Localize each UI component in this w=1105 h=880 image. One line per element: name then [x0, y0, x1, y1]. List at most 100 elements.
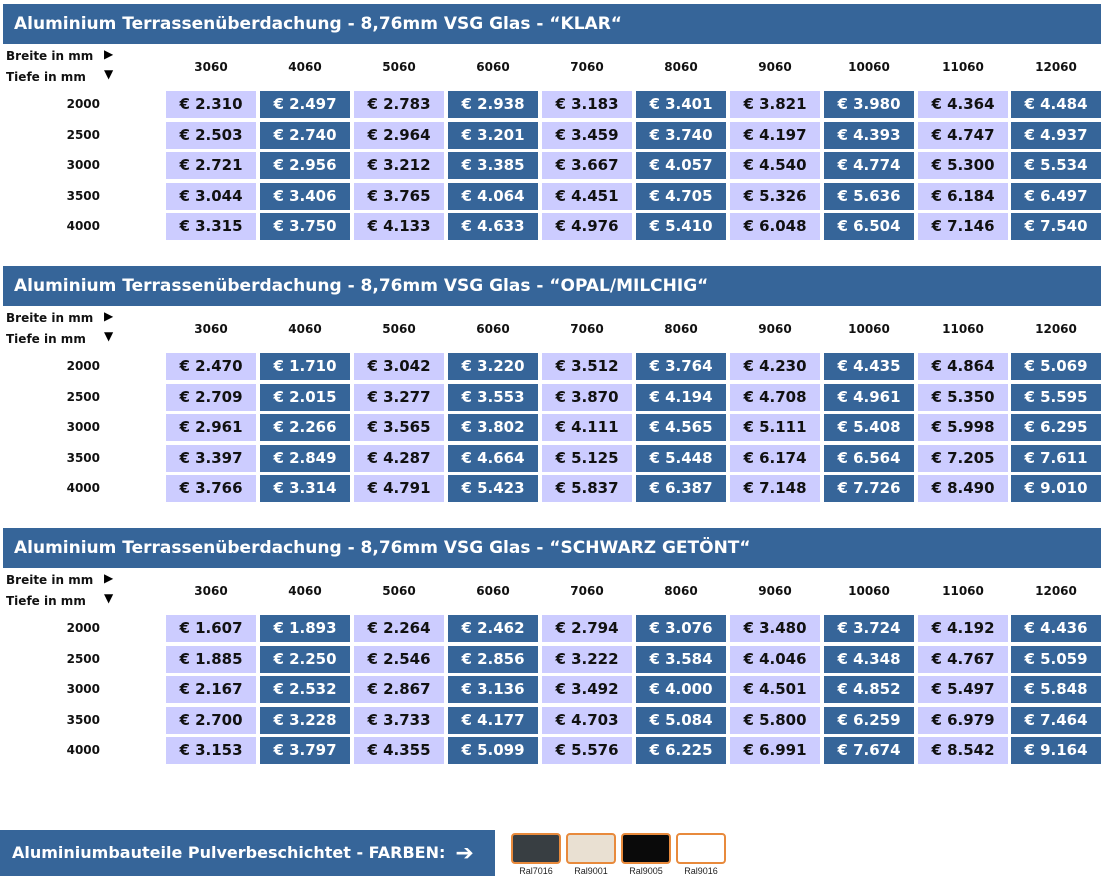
price-cell: € 2.264	[354, 615, 444, 642]
price-cell: € 4.046	[730, 645, 820, 673]
row-header-depth: 2000	[66, 359, 100, 373]
depth-label: Tiefe in mm	[6, 332, 86, 346]
row-header-depth: 3500	[66, 188, 100, 203]
column-header-width: 5060	[382, 322, 416, 336]
price-cell: € 3.153	[166, 737, 256, 764]
row-header-depth: 3500	[66, 450, 100, 465]
price-cell: € 6.259	[824, 706, 914, 734]
row-header-depth: 2500	[66, 389, 100, 404]
price-cell: € 4.194	[636, 383, 726, 411]
price-cell: € 4.451	[542, 182, 632, 210]
price-cell: € 3.459	[542, 121, 632, 149]
row-header-depth: 4000	[66, 481, 100, 495]
width-label: Breite in mm	[6, 49, 94, 63]
width-label: Breite in mm	[6, 573, 94, 587]
column-header-width: 10060	[848, 60, 890, 74]
price-cell: € 4.747	[918, 121, 1008, 149]
column-header-width: 4060	[288, 322, 322, 336]
row-header-depth: 2000	[66, 97, 100, 111]
price-cell: € 1.893	[260, 615, 350, 642]
right-triangle-icon: ▶	[104, 571, 114, 585]
price-cell: € 3.228	[260, 706, 350, 734]
column-header-width: 6060	[476, 584, 510, 598]
price-cell: € 4.703	[542, 706, 632, 734]
price-cell: € 3.797	[260, 737, 350, 764]
price-cell: € 3.584	[636, 645, 726, 673]
price-cell: € 5.099	[448, 737, 538, 764]
price-cell: € 5.350	[918, 383, 1008, 411]
price-cell: € 5.300	[918, 152, 1008, 179]
column-header-width: 8060	[664, 584, 698, 598]
price-cell: € 3.740	[636, 121, 726, 149]
price-cell: € 4.791	[354, 475, 444, 502]
column-header-width: 3060	[194, 322, 228, 336]
price-cell: € 3.136	[448, 676, 538, 703]
price-cell: € 3.220	[448, 353, 538, 380]
price-cell: € 7.464	[1011, 706, 1101, 734]
price-cell: € 3.802	[448, 414, 538, 441]
price-cell: € 4.705	[636, 182, 726, 210]
price-cell: € 5.448	[636, 444, 726, 472]
column-header-width: 10060	[848, 584, 890, 598]
price-cell: € 2.250	[260, 645, 350, 673]
price-cell: € 5.111	[730, 414, 820, 441]
price-cell: € 5.800	[730, 706, 820, 734]
price-cell: € 2.015	[260, 383, 350, 411]
color-swatch	[621, 833, 671, 864]
price-cell: € 1.607	[166, 615, 256, 642]
price-cell: € 5.998	[918, 414, 1008, 441]
price-cell: € 2.938	[448, 91, 538, 118]
column-header-width: 8060	[664, 322, 698, 336]
price-cell: € 2.867	[354, 676, 444, 703]
column-header-width: 6060	[476, 60, 510, 74]
price-cell: € 3.277	[354, 383, 444, 411]
price-cell: € 4.133	[354, 213, 444, 240]
price-cell: € 3.401	[636, 91, 726, 118]
row-header-depth: 2500	[66, 127, 100, 142]
price-cell: € 4.364	[918, 91, 1008, 118]
price-cell: € 4.287	[354, 444, 444, 472]
price-cell: € 3.314	[260, 475, 350, 502]
price-cell: € 2.700	[166, 706, 256, 734]
column-header-width: 11060	[942, 60, 984, 74]
price-cell: € 2.856	[448, 645, 538, 673]
price-cell: € 4.852	[824, 676, 914, 703]
price-cell: € 3.385	[448, 152, 538, 179]
price-cell: € 8.542	[918, 737, 1008, 764]
price-cell: € 8.490	[918, 475, 1008, 502]
price-cell: € 2.266	[260, 414, 350, 441]
price-cell: € 2.546	[354, 645, 444, 673]
column-header-width: 11060	[942, 584, 984, 598]
price-cell: € 3.870	[542, 383, 632, 411]
price-cell: € 3.201	[448, 121, 538, 149]
row-header-depth: 3000	[66, 420, 100, 434]
price-cell: € 3.553	[448, 383, 538, 411]
column-header-width: 3060	[194, 60, 228, 74]
price-cell: € 4.393	[824, 121, 914, 149]
color-swatch-label: Ral9001	[574, 866, 608, 876]
column-header-width: 6060	[476, 322, 510, 336]
row-header-depth: 3000	[66, 682, 100, 696]
section-title: Aluminium Terrassenüberdachung - 8,76mm …	[3, 528, 1101, 568]
price-cell: € 4.057	[636, 152, 726, 179]
down-triangle-icon: ▼	[104, 591, 114, 605]
row-header-depth: 4000	[66, 219, 100, 233]
price-cell: € 3.222	[542, 645, 632, 673]
price-cell: € 6.504	[824, 213, 914, 240]
price-cell: € 4.000	[636, 676, 726, 703]
price-cell: € 3.183	[542, 91, 632, 118]
column-header-width: 4060	[288, 584, 322, 598]
price-cell: € 2.462	[448, 615, 538, 642]
price-cell: € 5.848	[1011, 676, 1101, 703]
price-cell: € 4.230	[730, 353, 820, 380]
row-header-depth: 2500	[66, 651, 100, 666]
price-cell: € 2.497	[260, 91, 350, 118]
price-cell: € 4.197	[730, 121, 820, 149]
price-cell: € 3.044	[166, 182, 256, 210]
price-cell: € 3.733	[354, 706, 444, 734]
price-cell: € 4.484	[1011, 91, 1101, 118]
price-cell: € 7.726	[824, 475, 914, 502]
price-cell: € 4.961	[824, 383, 914, 411]
price-cell: € 2.167	[166, 676, 256, 703]
price-cell: € 5.410	[636, 213, 726, 240]
